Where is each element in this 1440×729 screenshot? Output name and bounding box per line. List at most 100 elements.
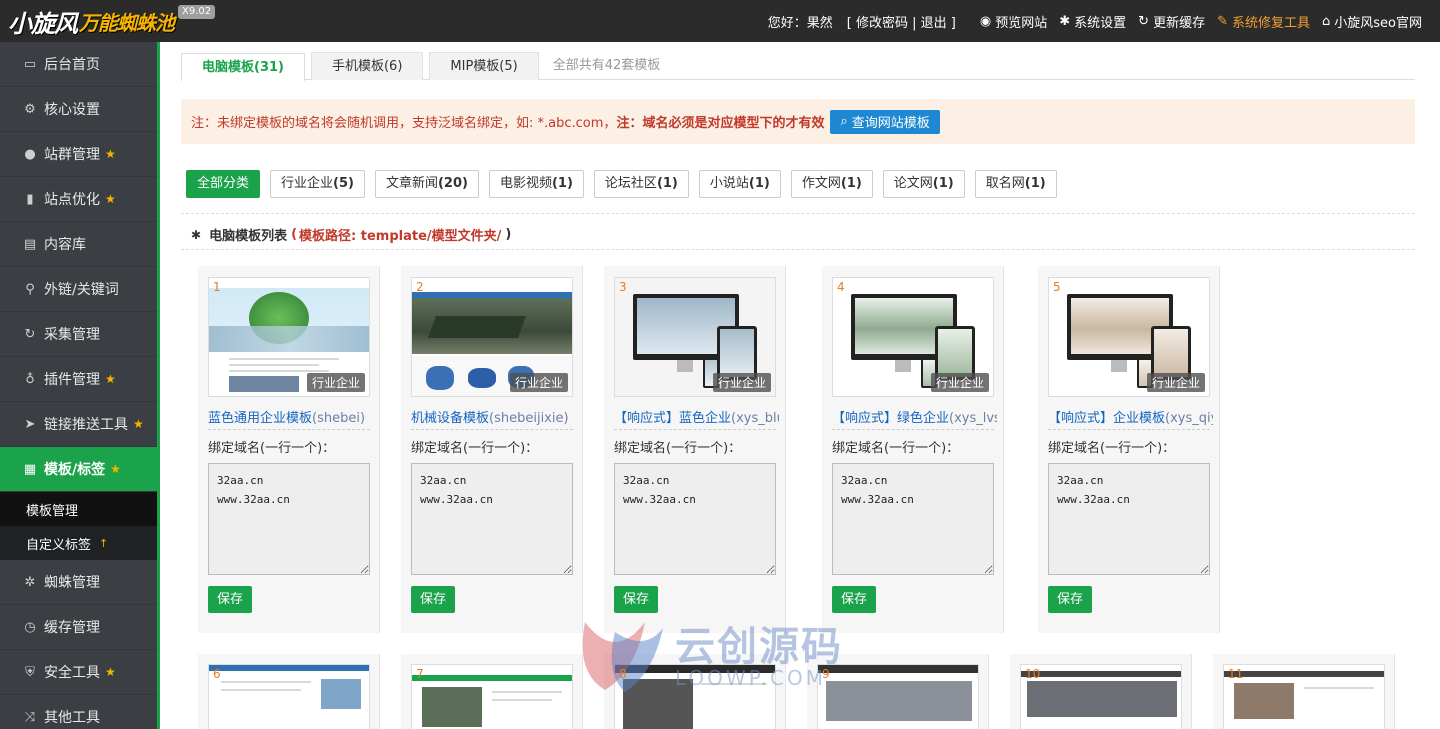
category-name: 文章新闻 xyxy=(385,176,438,191)
save-button[interactable]: 保存 xyxy=(614,586,659,613)
wrench-icon: ✎ xyxy=(1217,13,1228,29)
query-site-template-label: 查询网站模板 xyxy=(851,116,930,131)
bind-domain-textarea[interactable] xyxy=(832,463,994,575)
template-code: (shebeijixie) xyxy=(489,411,569,426)
template-name-link[interactable]: 【响应式】企业模板(xys_qiye1) xyxy=(1048,407,1213,426)
system-settings-label: 系统设置 xyxy=(1074,15,1127,31)
category-novel[interactable]: 小说站(1) xyxy=(698,170,781,198)
template-number: 4 xyxy=(837,280,845,294)
template-thumbnail[interactable]: 2 行业企业 xyxy=(411,277,573,397)
tab-mobile-templates[interactable]: 手机模板(6) xyxy=(310,52,424,80)
sidebar-item-home[interactable]: ▭ 后台首页 xyxy=(0,42,157,87)
category-forum[interactable]: 论坛社区(1) xyxy=(593,170,689,198)
user-greeting: 您好：果然 xyxy=(767,15,833,31)
template-thumbnail[interactable]: 6 xyxy=(208,664,370,729)
save-button[interactable]: 保存 xyxy=(1048,586,1093,613)
sidebar-item-site-optimize[interactable]: ▮ 站点优化 ★ xyxy=(0,177,157,222)
category-industry[interactable]: 行业企业(5) xyxy=(270,170,365,198)
sidebar-subitem-template-manage[interactable]: 模板管理 xyxy=(0,492,157,526)
template-name-link[interactable]: 【响应式】蓝色企业(xys_blue) xyxy=(614,407,779,426)
sidebar-item-collection[interactable]: ↻ 采集管理 xyxy=(0,312,157,357)
template-number: 6 xyxy=(213,667,221,681)
category-news[interactable]: 文章新闻(20) xyxy=(374,170,479,198)
bind-domain-textarea[interactable] xyxy=(411,463,573,575)
bind-domain-textarea[interactable] xyxy=(1048,463,1210,575)
template-category-badge: 行业企业 xyxy=(509,373,568,392)
template-thumbnail[interactable]: 11 xyxy=(1223,664,1385,729)
template-thumbnail[interactable]: 1 行业企业 xyxy=(208,277,370,397)
template-name-link[interactable]: 蓝色通用企业模板(shebei) xyxy=(208,407,373,426)
save-button[interactable]: 保存 xyxy=(832,586,877,613)
template-number: 9 xyxy=(822,667,830,681)
category-all[interactable]: 全部分类 xyxy=(186,170,261,198)
divider xyxy=(208,429,370,430)
sidebar-item-core-settings[interactable]: ⚙ 核心设置 xyxy=(0,87,157,132)
divider xyxy=(181,213,1415,214)
tab-mip-templates[interactable]: MIP模板(5) xyxy=(429,52,539,80)
template-number: 1 xyxy=(213,280,221,294)
template-thumbnail[interactable]: 4 行业企业 xyxy=(832,277,994,397)
repair-tools-link[interactable]: ✎ 系统修复工具 xyxy=(1217,12,1310,31)
sidebar-item-templates-tags[interactable]: ▦ 模板/标签 ★ xyxy=(0,447,157,492)
notice-text: 未绑定模板的域名将会随机调用，支持泛域名绑定，如: *.abc.com， xyxy=(217,116,617,131)
category-naming[interactable]: 取名网(1) xyxy=(974,170,1057,198)
send-icon: ➤ xyxy=(24,416,36,432)
sidebar-item-other-tools[interactable]: ⤨ 其他工具 xyxy=(0,695,157,729)
save-button[interactable]: 保存 xyxy=(208,586,253,613)
query-site-template-button[interactable]: ⌕ 查询网站模板 xyxy=(830,109,940,134)
thumbnail-image xyxy=(1224,665,1384,729)
pin-icon: ★ xyxy=(133,417,144,431)
sidebar-item-plugins[interactable]: ♁ 插件管理 ★ xyxy=(0,357,157,402)
app-logo[interactable]: 小旋风 万能蜘蛛池 X9.02 xyxy=(8,4,216,38)
pin-icon: ★ xyxy=(105,372,116,386)
official-site-link[interactable]: ⌂ 小旋风seo官网 xyxy=(1322,12,1422,31)
gear-icon: ✱ xyxy=(1059,13,1071,29)
tab-desktop-templates[interactable]: 电脑模板(31) xyxy=(181,53,305,81)
bind-domain-textarea[interactable] xyxy=(614,463,776,575)
template-category-badge: 行业企业 xyxy=(930,373,989,392)
template-thumbnail[interactable]: 10 xyxy=(1020,664,1182,729)
template-code: (xys_qiye1) xyxy=(1165,411,1213,426)
sidebar-item-spider[interactable]: ✲ 蜘蛛管理 xyxy=(0,560,157,605)
template-thumbnail[interactable]: 7 xyxy=(411,664,573,729)
sidebar-subitem-custom-tags[interactable]: 自定义标签 ↑ xyxy=(0,526,157,560)
template-thumbnail[interactable]: 5 行业企业 xyxy=(1048,277,1210,397)
logout-link[interactable]: 退出 xyxy=(921,16,947,31)
category-count: (1) xyxy=(748,176,770,191)
category-thesis[interactable]: 论文网(1) xyxy=(882,170,965,198)
template-name: 【响应式】蓝色企业 xyxy=(614,411,732,426)
bind-domain-textarea[interactable] xyxy=(208,463,370,575)
category-name: 论坛社区 xyxy=(604,176,657,191)
sidebar-item-link-push[interactable]: ➤ 链接推送工具 ★ xyxy=(0,402,157,447)
template-number: 7 xyxy=(416,667,424,681)
sidebar-item-label: 后台首页 xyxy=(44,57,100,73)
sidebar-item-content-library[interactable]: ▤ 内容库 xyxy=(0,222,157,267)
template-card: 4 行业企业 【响应式】绿色企业(xys_lvse) 绑定域名(一行一个)： 保… xyxy=(822,266,1004,633)
change-password-link[interactable]: 修改密码 xyxy=(856,16,908,31)
template-thumbnail[interactable]: 9 xyxy=(817,664,979,729)
sidebar-item-site-group[interactable]: ● 站群管理 ★ xyxy=(0,132,157,177)
sidebar-item-links-keywords[interactable]: ⚲ 外链/关键词 xyxy=(0,267,157,312)
template-number: 5 xyxy=(1053,280,1061,294)
save-button[interactable]: 保存 xyxy=(411,586,456,613)
category-essay[interactable]: 作文网(1) xyxy=(790,170,873,198)
category-count: (5) xyxy=(333,176,354,191)
sidebar-item-label: 其他工具 xyxy=(44,710,100,726)
system-settings-link[interactable]: ✱ 系统设置 xyxy=(1059,12,1126,31)
bracket-close: ] xyxy=(950,15,956,31)
refresh-cache-link[interactable]: ↻ 更新缓存 xyxy=(1138,12,1205,31)
template-name-link[interactable]: 机械设备模板(shebeijixie) xyxy=(411,407,576,426)
template-thumbnail[interactable]: 8 xyxy=(614,664,776,729)
sidebar-item-security[interactable]: ⛨ 安全工具 ★ xyxy=(0,650,157,695)
sidebar-item-cache[interactable]: ◷ 缓存管理 xyxy=(0,605,157,650)
pin-icon: ★ xyxy=(105,192,116,206)
category-movies[interactable]: 电影视频(1) xyxy=(488,170,584,198)
shield-icon: ⛨ xyxy=(25,664,35,680)
template-thumbnail[interactable]: 3 行业企业 xyxy=(614,277,776,397)
template-name-link[interactable]: 【响应式】绿色企业(xys_lvse) xyxy=(832,407,997,426)
repair-tools-label: 系统修复工具 xyxy=(1231,15,1310,31)
home-icon: ⌂ xyxy=(1322,13,1331,29)
preview-site-link[interactable]: ◉ 预览网站 xyxy=(980,12,1047,31)
bind-domain-label: 绑定域名(一行一个)： xyxy=(1048,441,1176,456)
pin-icon: ★ xyxy=(105,665,116,679)
